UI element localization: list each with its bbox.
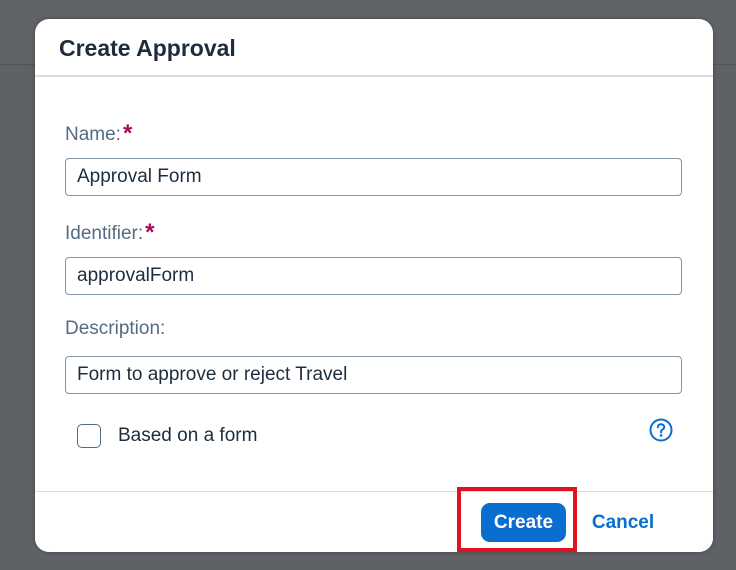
create-button[interactable]: Create xyxy=(481,503,566,542)
required-marker: * xyxy=(145,219,155,246)
name-label-text: Name: xyxy=(65,124,121,145)
name-input[interactable] xyxy=(65,158,682,196)
question-circle-icon[interactable] xyxy=(649,418,673,442)
identifier-label-text: Identifier: xyxy=(65,223,144,244)
create-approval-dialog: Create Approval Name:* Identifier:* Desc… xyxy=(35,19,713,552)
description-input[interactable] xyxy=(65,356,682,394)
based-on-form-checkbox[interactable] xyxy=(77,424,101,448)
dialog-title: Create Approval xyxy=(59,35,236,61)
cancel-button[interactable]: Cancel xyxy=(583,503,663,542)
dialog-header: Create Approval xyxy=(35,19,713,77)
identifier-label: Identifier:* xyxy=(65,218,155,246)
required-marker: * xyxy=(122,120,133,147)
based-on-form-label: Based on a form xyxy=(118,425,258,446)
description-label: Description: xyxy=(65,318,166,339)
identifier-input[interactable] xyxy=(65,257,682,295)
name-label: Name:* xyxy=(65,119,132,147)
